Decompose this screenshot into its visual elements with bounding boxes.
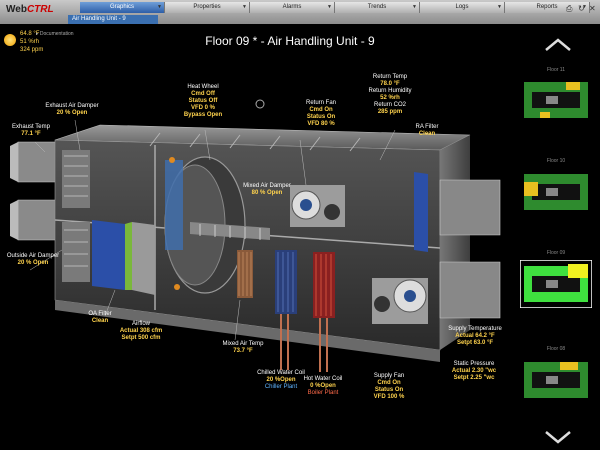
floor-10-label: Floor 10 — [546, 158, 566, 164]
exhaust-damper — [62, 150, 90, 208]
oa-filter-label[interactable]: OA Filter Clean — [82, 311, 118, 325]
ra-filter-label[interactable]: RA Filter Clean — [412, 124, 442, 138]
supply-fan-label[interactable]: Supply Fan Cmd On Status On VFD 100 % — [366, 373, 412, 401]
oa-filter — [92, 220, 155, 295]
floor-09-label: Floor 09 — [546, 250, 566, 256]
floor-11-thumbnail[interactable] — [520, 76, 592, 124]
supply-temperature-label[interactable]: Supply Temperature Actual 64.2 °F Setpt … — [440, 326, 510, 347]
mixed-air-damper-label[interactable]: Mixed Air Damper 80 % Open — [238, 183, 296, 197]
outside-air-damper-label[interactable]: Outside Air Damper 20 % Open — [0, 253, 66, 267]
airflow-label[interactable]: Airflow Actual 308 cfm Setpt 500 cfm — [118, 321, 164, 342]
exhaust-temp-label[interactable]: Exhaust Temp 77.1 °F — [0, 124, 62, 138]
chevron-down-icon[interactable] — [544, 430, 572, 444]
outside-air-duct — [10, 199, 61, 241]
hot-water-coil — [313, 252, 335, 372]
supply-duct — [439, 261, 501, 319]
exhaust-air-damper-label[interactable]: Exhaust Air Damper 20 % Open — [32, 103, 112, 117]
floor-08-thumbnail[interactable] — [520, 356, 592, 404]
floor-11-label: Floor 11 — [547, 67, 565, 73]
hot-water-coil-label[interactable]: Hot Water Coil 0 %Open Boiler Plant — [300, 376, 346, 397]
exhaust-duct — [10, 141, 61, 183]
outside-air-damper — [62, 222, 90, 282]
return-air-readings[interactable]: Return Temp 78.0 °F Return Humidity 52 %… — [362, 74, 418, 116]
static-pressure-label[interactable]: Static Pressure Actual 2.30 "wc Setpt 2.… — [444, 361, 504, 382]
chevron-up-icon[interactable] — [544, 38, 572, 52]
ra-filter — [414, 172, 428, 252]
chilled-water-coil — [275, 250, 297, 370]
boiler-plant-link[interactable]: Boiler Plant — [300, 390, 346, 397]
mixed-air-temp-label[interactable]: Mixed Air Temp 73.7 °F — [218, 341, 268, 355]
floor-08-label: Floor 08 — [546, 346, 566, 352]
floor-10-thumbnail[interactable] — [520, 168, 592, 216]
return-duct — [439, 179, 501, 236]
supply-fan — [372, 278, 428, 324]
floor-selector: Floor 11 Floor 10 Floor 09 Floor 08 — [512, 30, 600, 450]
return-fan — [290, 185, 345, 227]
status-gauge-icon — [255, 99, 265, 109]
floor-09-thumbnail[interactable] — [520, 260, 592, 308]
preheat-coil — [237, 250, 253, 298]
return-fan-label[interactable]: Return Fan Cmd On Status On VFD 80 % — [298, 100, 344, 128]
heat-wheel-label[interactable]: Heat Wheel Cmd Off Status Off VFD 0 % By… — [178, 84, 228, 119]
